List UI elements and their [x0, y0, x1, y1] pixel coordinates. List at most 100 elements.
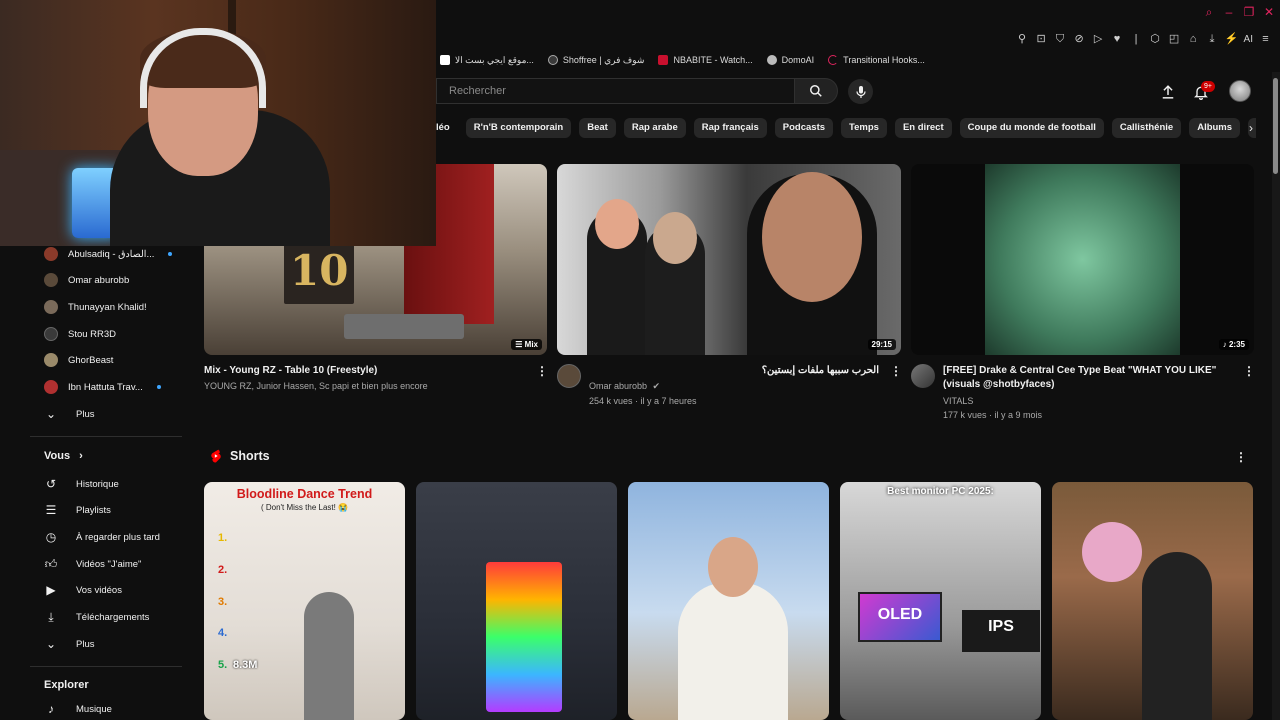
- search-button[interactable]: [794, 78, 838, 104]
- you-heading[interactable]: Vous ›: [44, 450, 83, 462]
- filter-chip[interactable]: Temps: [841, 118, 887, 138]
- bookmark-item[interactable]: Shoffree | شوف فري: [547, 55, 644, 66]
- video-thumbnail[interactable]: ♪ 2:35: [911, 164, 1254, 355]
- crop-icon[interactable]: ⊡: [1035, 33, 1048, 46]
- minimize-icon[interactable]: –: [1222, 5, 1236, 19]
- bookmark-item[interactable]: NBABITE - Watch...: [658, 55, 753, 65]
- subscription-item[interactable]: Abulsadiq - الصادق...: [44, 245, 173, 263]
- filter-chip[interactable]: Podcasts: [774, 118, 834, 138]
- channel-avatar: [44, 247, 58, 261]
- create-button[interactable]: [1158, 82, 1178, 102]
- person-face: [762, 172, 862, 302]
- video-title[interactable]: [FREE] Drake & Central Cee Type Beat "WH…: [943, 364, 1233, 392]
- dancer: [304, 592, 354, 720]
- channel-name[interactable]: VITALS: [943, 394, 1233, 408]
- subscription-item[interactable]: Omar aburobb: [44, 271, 129, 289]
- search-input[interactable]: [437, 79, 794, 103]
- more-vert-icon[interactable]: ⋮: [536, 364, 548, 378]
- video-duration: 29:15: [867, 339, 896, 350]
- ai-label[interactable]: AI: [1244, 34, 1253, 45]
- restore-icon[interactable]: ❐: [1242, 5, 1256, 19]
- chevron-right-icon[interactable]: ›: [1242, 118, 1260, 138]
- short-card[interactable]: [628, 482, 829, 720]
- shield-icon[interactable]: ⛉: [1054, 33, 1067, 46]
- short-card[interactable]: [416, 482, 617, 720]
- lock-icon[interactable]: ⌂: [1187, 33, 1200, 46]
- gun: [344, 314, 464, 339]
- short-overlay-title: Best monitor PC 2025:: [887, 486, 994, 497]
- menu-icon[interactable]: ≡: [1259, 33, 1272, 46]
- shorts-title: Shorts: [230, 449, 270, 463]
- monitor-label: IPS: [988, 618, 1014, 635]
- short-card[interactable]: Bloodline Dance Trend ( Don't Miss the L…: [204, 482, 405, 720]
- play-icon[interactable]: ▷: [1092, 33, 1105, 46]
- filter-chip[interactable]: En direct: [894, 118, 952, 138]
- voice-search-button[interactable]: [848, 79, 873, 104]
- subscriptions-more-button[interactable]: ⌄ Plus: [44, 404, 95, 424]
- search-icon: [810, 85, 822, 97]
- person-face: [653, 212, 697, 264]
- you-more-button[interactable]: ⌄ Plus: [44, 634, 95, 654]
- video-title[interactable]: الحرب سببها ملفات إبستين؟: [589, 364, 879, 378]
- video-thumbnail[interactable]: 29:15: [557, 164, 901, 355]
- sidebar-item-liked[interactable]: 👍︎ Vidéos "J'aime": [44, 554, 142, 574]
- sidebar-item-music[interactable]: ♪ Musique: [44, 699, 112, 719]
- shorts-header: Shorts: [210, 449, 270, 463]
- channel-avatar[interactable]: [911, 364, 935, 388]
- download-arrow-icon[interactable]: ⤓: [1206, 33, 1219, 46]
- block-icon[interactable]: ⊘: [1073, 33, 1086, 46]
- channel-avatar: [44, 327, 58, 341]
- search-window-icon[interactable]: ⌕: [1202, 5, 1216, 19]
- short-card[interactable]: Best monitor PC 2025: OLED IPS: [840, 482, 1041, 720]
- pin-icon[interactable]: ⚲: [1016, 33, 1029, 46]
- scrollbar-thumb[interactable]: [1273, 78, 1278, 174]
- rank-label: 5.: [218, 659, 228, 671]
- divider-icon: |: [1134, 32, 1138, 45]
- short-card[interactable]: [1052, 482, 1253, 720]
- bookmark-item[interactable]: موقع ايجي بست الا...: [440, 55, 534, 66]
- sidebar-item-history[interactable]: ↺ Historique: [44, 474, 119, 494]
- download-icon: ⤓: [48, 609, 54, 624]
- sidebar-item-watch-later[interactable]: ◷ À regarder plus tard: [44, 527, 160, 547]
- subscription-item[interactable]: Thunayyan Khalid!: [44, 298, 147, 316]
- sidebar-item-downloads[interactable]: ⤓ Téléchargements: [44, 607, 149, 627]
- bookmark-item[interactable]: Transitional Hooks...: [828, 55, 925, 65]
- channel-avatar[interactable]: [557, 364, 581, 388]
- filter-chips: léo R'n'B contemporain Beat Rap arabe Rap fr…: [436, 118, 1256, 138]
- filter-chip[interactable]: Albums: [1189, 118, 1241, 138]
- sidebar-item-playlists[interactable]: ☰ Playlists: [44, 500, 111, 520]
- channel-name-label: Omar aburobb: [589, 381, 648, 391]
- subscription-item[interactable]: Stou RR3D: [44, 325, 116, 343]
- subscription-item[interactable]: Ibn Hattuta Trav...: [44, 378, 161, 396]
- filter-chip[interactable]: Rap français: [693, 118, 767, 138]
- extensions-icon[interactable]: ⬡: [1149, 33, 1162, 46]
- video-title[interactable]: Mix - Young RZ - Table 10 (Freestyle): [204, 364, 524, 378]
- filter-chip[interactable]: Callisthénie: [1111, 118, 1182, 138]
- more-vert-icon[interactable]: ⋮: [1243, 364, 1255, 378]
- bookmark-item[interactable]: DomoAI: [766, 55, 814, 65]
- cube-icon[interactable]: ◰: [1168, 33, 1181, 46]
- more-vert-icon[interactable]: ⋮: [1235, 450, 1247, 464]
- heart-icon[interactable]: ♥: [1111, 33, 1124, 46]
- short-count: 8.3M: [233, 659, 258, 671]
- sidebar-item-your-videos[interactable]: ▶ Vos vidéos: [44, 580, 122, 600]
- short-overlay-subtitle: ( Don't Miss the Last! 😭: [260, 503, 349, 512]
- your-videos-icon: ▶: [46, 583, 56, 597]
- filter-chip[interactable]: léo: [436, 118, 458, 138]
- more-vert-icon[interactable]: ⋮: [890, 364, 902, 378]
- filter-chip[interactable]: R'n'B contemporain: [465, 118, 572, 138]
- account-avatar[interactable]: [1229, 80, 1251, 102]
- filter-chip[interactable]: Coupe du monde de football: [959, 118, 1104, 138]
- person-face: [708, 537, 758, 597]
- rank-label: 4.: [218, 627, 228, 639]
- channel-name[interactable]: Omar aburobb ✔: [589, 379, 879, 393]
- filter-chip[interactable]: Beat: [579, 118, 616, 138]
- shorts-icon: [211, 449, 221, 463]
- wand-icon[interactable]: ⚡: [1225, 33, 1239, 46]
- channel-avatar: [44, 353, 58, 367]
- night-vision-frame: [985, 164, 1180, 355]
- filter-chip[interactable]: Rap arabe: [623, 118, 686, 138]
- close-icon[interactable]: ✕: [1262, 5, 1276, 19]
- subscription-item[interactable]: GhorBeast: [44, 351, 113, 369]
- upload-icon: [1162, 85, 1174, 99]
